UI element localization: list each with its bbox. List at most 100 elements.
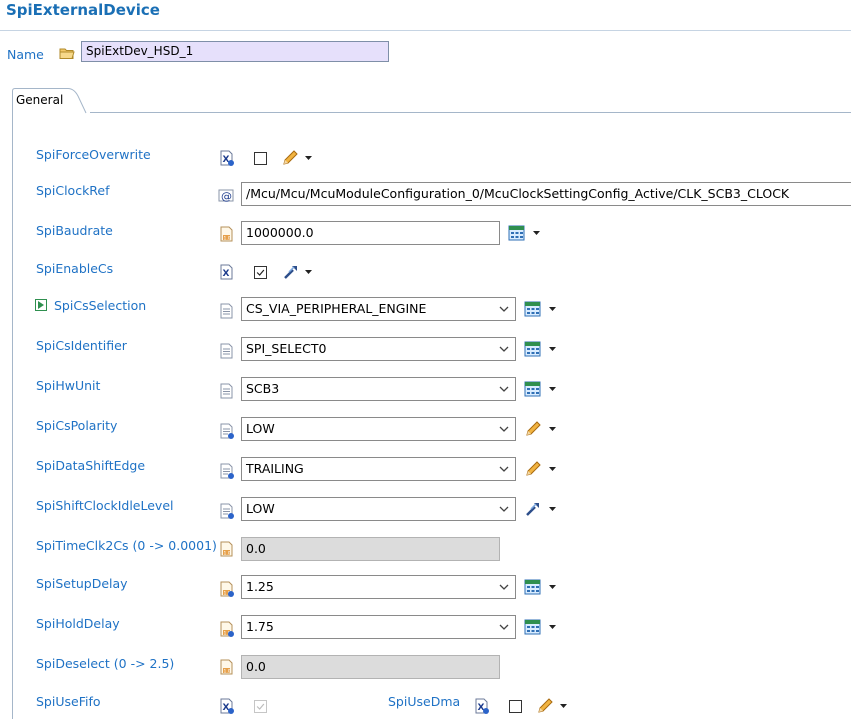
- use-fifo-label[interactable]: SpiUseFifo: [36, 694, 101, 709]
- calculator-icon[interactable]: [524, 578, 542, 596]
- tab-label: General: [16, 93, 64, 107]
- enum-param-icon: [219, 303, 235, 319]
- chevron-down-icon[interactable]: [549, 625, 556, 629]
- chevron-down-icon[interactable]: [499, 584, 509, 591]
- hold-delay-label[interactable]: SpiHoldDelay: [36, 616, 120, 631]
- chevron-down-icon[interactable]: [499, 466, 509, 473]
- hw-unit-label[interactable]: SpiHwUnit: [36, 378, 100, 393]
- hw-unit-value: SCB3: [246, 381, 280, 396]
- time-clk2cs-field: 0.0: [241, 537, 500, 561]
- chevron-down-icon[interactable]: [499, 346, 509, 353]
- folder-icon[interactable]: [59, 46, 75, 60]
- name-field[interactable]: SpiExtDev_HSD_1: [81, 41, 389, 62]
- chevron-down-icon[interactable]: [549, 347, 556, 351]
- enum-param-icon: [219, 463, 235, 479]
- chevron-down-icon[interactable]: [549, 467, 556, 471]
- deselect-field: 0.0: [241, 655, 500, 679]
- expand-arrow-icon[interactable]: [35, 299, 47, 311]
- setup-delay-combo[interactable]: 1.25: [241, 575, 516, 599]
- float-param-icon: [219, 226, 235, 242]
- hold-delay-combo[interactable]: 1.75: [241, 615, 516, 639]
- boolean-param-icon: [474, 698, 490, 714]
- panel-left-border: [12, 112, 13, 719]
- enum-param-icon: [219, 423, 235, 439]
- calculator-icon[interactable]: [524, 340, 542, 358]
- cs-polarity-combo[interactable]: LOW: [241, 417, 516, 441]
- force-overwrite-checkbox[interactable]: [254, 152, 267, 165]
- deselect-label[interactable]: SpiDeselect (0 -> 2.5): [36, 656, 174, 671]
- boolean-param-icon: [219, 698, 235, 714]
- float-param-icon: [219, 659, 235, 675]
- use-fifo-checkbox: [254, 700, 267, 713]
- data-shift-edge-value: TRAILING: [246, 461, 304, 476]
- cs-polarity-label[interactable]: SpiCsPolarity: [36, 418, 117, 433]
- enum-param-icon: [219, 383, 235, 399]
- shift-clock-idle-level-combo[interactable]: LOW: [241, 497, 516, 521]
- baudrate-label[interactable]: SpiBaudrate: [36, 223, 113, 238]
- chevron-down-icon[interactable]: [305, 270, 312, 274]
- check-mark-icon: [255, 701, 266, 712]
- cs-identifier-value: SPI_SELECT0: [246, 341, 327, 356]
- cs-selection-value: CS_VIA_PERIPHERAL_ENGINE: [246, 301, 427, 316]
- wand-icon[interactable]: [282, 263, 300, 281]
- pencil-icon[interactable]: [524, 420, 542, 438]
- use-dma-label[interactable]: SpiUseDma: [388, 694, 460, 709]
- data-shift-edge-label[interactable]: SpiDataShiftEdge: [36, 458, 145, 473]
- cs-polarity-value: LOW: [246, 421, 275, 436]
- chevron-down-icon[interactable]: [305, 156, 312, 160]
- calculator-icon[interactable]: [524, 300, 542, 318]
- chevron-down-icon[interactable]: [549, 307, 556, 311]
- cs-identifier-label[interactable]: SpiCsIdentifier: [36, 338, 127, 353]
- baudrate-field[interactable]: 1000000.0: [241, 221, 500, 245]
- wand-icon[interactable]: [524, 500, 542, 518]
- setup-delay-label[interactable]: SpiSetupDelay: [36, 576, 128, 591]
- data-shift-edge-combo[interactable]: TRAILING: [241, 457, 516, 481]
- chevron-down-icon[interactable]: [533, 231, 540, 235]
- chevron-down-icon[interactable]: [549, 427, 556, 431]
- chevron-down-icon[interactable]: [549, 507, 556, 511]
- calculator-icon[interactable]: [508, 224, 526, 242]
- chevron-down-icon[interactable]: [560, 704, 567, 708]
- float-param-icon: [219, 621, 235, 637]
- check-mark-icon: [255, 267, 266, 278]
- pencil-icon[interactable]: [281, 149, 299, 167]
- cs-identifier-combo[interactable]: SPI_SELECT0: [241, 337, 516, 361]
- chevron-down-icon[interactable]: [549, 387, 556, 391]
- cs-selection-combo[interactable]: CS_VIA_PERIPHERAL_ENGINE: [241, 297, 516, 321]
- boolean-param-icon: [219, 264, 235, 280]
- calculator-icon[interactable]: [524, 618, 542, 636]
- editor-header: SpiExternalDevice: [0, 0, 851, 31]
- setup-delay-value: 1.25: [246, 579, 274, 594]
- reference-param-icon: [218, 186, 234, 202]
- chevron-down-icon[interactable]: [499, 386, 509, 393]
- enable-cs-label[interactable]: SpiEnableCs: [36, 261, 113, 276]
- float-param-icon: [219, 541, 235, 557]
- boolean-param-icon: [219, 150, 235, 166]
- panel-top-border: [90, 112, 851, 113]
- shift-clock-idle-level-label[interactable]: SpiShiftClockIdleLevel: [36, 498, 174, 513]
- tab-general[interactable]: General: [12, 88, 90, 114]
- clock-ref-label[interactable]: SpiClockRef: [36, 183, 110, 198]
- enum-param-icon: [219, 503, 235, 519]
- chevron-down-icon[interactable]: [549, 585, 556, 589]
- pencil-icon[interactable]: [536, 697, 554, 715]
- shift-clock-idle-level-value: LOW: [246, 501, 275, 516]
- chevron-down-icon[interactable]: [499, 506, 509, 513]
- chevron-down-icon[interactable]: [499, 624, 509, 631]
- pencil-icon[interactable]: [524, 460, 542, 478]
- hw-unit-combo[interactable]: SCB3: [241, 377, 516, 401]
- clock-ref-field[interactable]: /Mcu/Mcu/McuModuleConfiguration_0/McuClo…: [241, 182, 851, 206]
- enable-cs-checkbox[interactable]: [254, 266, 267, 279]
- page-title: SpiExternalDevice: [6, 1, 160, 19]
- chevron-down-icon[interactable]: [499, 306, 509, 313]
- enum-param-icon: [219, 343, 235, 359]
- float-param-icon: [219, 581, 235, 597]
- use-dma-checkbox[interactable]: [509, 700, 522, 713]
- force-overwrite-label[interactable]: SpiForceOverwrite: [36, 147, 151, 162]
- name-label: Name: [7, 47, 44, 62]
- time-clk2cs-label[interactable]: SpiTimeClk2Cs (0 -> 0.0001): [36, 538, 217, 553]
- hold-delay-value: 1.75: [246, 619, 274, 634]
- calculator-icon[interactable]: [524, 380, 542, 398]
- cs-selection-label[interactable]: SpiCsSelection: [54, 298, 146, 313]
- chevron-down-icon[interactable]: [499, 426, 509, 433]
